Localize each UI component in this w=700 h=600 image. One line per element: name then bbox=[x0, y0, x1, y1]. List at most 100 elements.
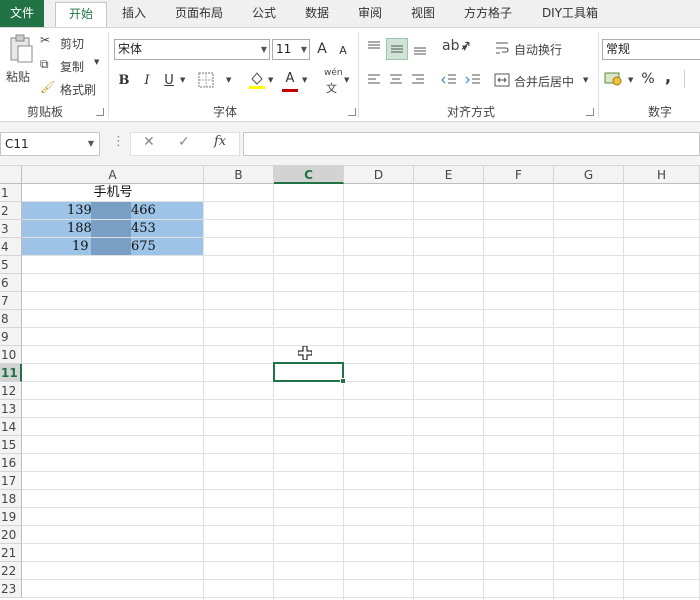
column-header-F[interactable]: F bbox=[484, 166, 554, 184]
select-all-corner[interactable] bbox=[0, 166, 22, 184]
column-header-D[interactable]: D bbox=[344, 166, 414, 184]
fill-handle[interactable] bbox=[340, 378, 346, 384]
currency-icon[interactable] bbox=[604, 70, 624, 89]
row-header-21[interactable]: 21 bbox=[0, 544, 22, 562]
tab-diy-toolbox[interactable]: DIY工具箱 bbox=[534, 2, 606, 27]
comma-button[interactable]: , bbox=[662, 66, 674, 88]
phonetic-dropdown-arrow[interactable]: ▼ bbox=[344, 76, 349, 84]
merge-center-icon[interactable] bbox=[494, 72, 510, 91]
row-header-6[interactable]: 6 bbox=[0, 274, 22, 292]
row-header-22[interactable]: 22 bbox=[0, 562, 22, 580]
fill-color-icon[interactable] bbox=[248, 70, 266, 93]
clipboard-launcher-icon[interactable] bbox=[96, 108, 104, 116]
fill-color-dropdown-arrow[interactable]: ▼ bbox=[268, 76, 273, 84]
row-header-12[interactable]: 12 bbox=[0, 382, 22, 400]
row-header-23[interactable]: 23 bbox=[0, 580, 22, 598]
align-left-icon[interactable] bbox=[366, 72, 382, 91]
row-header-9[interactable]: 9 bbox=[0, 328, 22, 346]
row-header-3[interactable]: 3 bbox=[0, 220, 22, 238]
borders-dropdown-arrow[interactable]: ▼ bbox=[226, 76, 231, 84]
increase-indent-icon[interactable] bbox=[464, 72, 482, 91]
column-header-E[interactable]: E bbox=[414, 166, 484, 184]
column-header-H[interactable]: H bbox=[624, 166, 700, 184]
bold-button[interactable]: B bbox=[116, 70, 132, 92]
column-header-C[interactable]: C bbox=[274, 166, 344, 184]
wrap-text-button[interactable]: 自动换行 bbox=[514, 41, 562, 58]
wrap-text-icon[interactable] bbox=[494, 40, 510, 59]
row-header-7[interactable]: 7 bbox=[0, 292, 22, 310]
column-header-A[interactable]: A bbox=[22, 166, 204, 184]
row-header-18[interactable]: 18 bbox=[0, 490, 22, 508]
increase-decimal-icon[interactable] bbox=[684, 70, 700, 88]
underline-dropdown-arrow[interactable]: ▼ bbox=[180, 76, 185, 84]
merge-dropdown-arrow[interactable]: ▼ bbox=[583, 76, 588, 84]
tab-insert[interactable]: 插入 bbox=[114, 2, 154, 27]
number-format-dropdown[interactable]: 常规 bbox=[602, 39, 700, 60]
percent-button[interactable]: % bbox=[640, 68, 656, 90]
cut-button[interactable]: 剪切 bbox=[60, 35, 84, 52]
format-painter-button[interactable]: 格式刷 bbox=[60, 81, 96, 98]
row-header-11[interactable]: 11 bbox=[0, 364, 22, 382]
row-header-2[interactable]: 2 bbox=[0, 202, 22, 220]
copy-button[interactable]: 复制 bbox=[60, 58, 84, 75]
cut-icon[interactable]: ✂ bbox=[40, 33, 50, 47]
cell-A1[interactable]: 手机号 bbox=[22, 184, 204, 202]
tab-fangfang[interactable]: 方方格子 bbox=[456, 2, 520, 27]
alignment-launcher-icon[interactable] bbox=[586, 108, 594, 116]
font-launcher-icon[interactable] bbox=[348, 108, 356, 116]
align-center-icon[interactable] bbox=[388, 72, 404, 91]
tab-data[interactable]: 数据 bbox=[297, 2, 337, 27]
tab-file[interactable]: 文件 bbox=[0, 0, 44, 27]
tab-page-layout[interactable]: 页面布局 bbox=[168, 2, 230, 27]
row-header-8[interactable]: 8 bbox=[0, 310, 22, 328]
tab-home[interactable]: 开始 bbox=[55, 2, 107, 27]
format-painter-icon[interactable]: 🖌 bbox=[40, 80, 55, 94]
italic-button[interactable]: I bbox=[140, 70, 154, 92]
row-header-16[interactable]: 16 bbox=[0, 454, 22, 472]
name-box[interactable]: C11 ▼ bbox=[0, 132, 100, 156]
align-bottom-icon[interactable] bbox=[412, 40, 428, 59]
row-header-4[interactable]: 4 bbox=[0, 238, 22, 256]
worksheet-grid[interactable]: ABCDEFGH 1 2 3 4 5 6 7 8 9 10 11 12 13 14 15 16 17 18 19 20… bbox=[0, 166, 700, 600]
formula-bar-options-icon[interactable]: ⋮ bbox=[112, 134, 125, 149]
font-color-dropdown-arrow[interactable]: ▼ bbox=[302, 76, 307, 84]
column-header-B[interactable]: B bbox=[204, 166, 274, 184]
font-size-dropdown[interactable]: 11 ▼ bbox=[272, 39, 310, 60]
tab-view[interactable]: 视图 bbox=[403, 2, 443, 27]
copy-icon[interactable]: ⧉ bbox=[40, 57, 49, 72]
copy-dropdown-arrow[interactable]: ▼ bbox=[94, 58, 99, 66]
font-name-dropdown[interactable]: 宋体 ▼ bbox=[114, 39, 270, 60]
row-header-14[interactable]: 14 bbox=[0, 418, 22, 436]
align-right-icon[interactable] bbox=[410, 72, 426, 91]
decrease-indent-icon[interactable] bbox=[440, 72, 458, 91]
cancel-icon[interactable]: ✕ bbox=[143, 134, 155, 150]
tab-review[interactable]: 审阅 bbox=[350, 2, 390, 27]
phonetic-guide-button[interactable]: wén bbox=[324, 68, 343, 78]
row-header-5[interactable]: 5 bbox=[0, 256, 22, 274]
row-header-19[interactable]: 19 bbox=[0, 508, 22, 526]
row-header-1[interactable]: 1 bbox=[0, 184, 22, 202]
enter-icon[interactable]: ✓ bbox=[178, 134, 190, 150]
shrink-font-button[interactable]: A bbox=[336, 40, 350, 62]
row-header-17[interactable]: 17 bbox=[0, 472, 22, 490]
font-color-button[interactable]: A bbox=[282, 68, 298, 90]
tab-formulas[interactable]: 公式 bbox=[244, 2, 284, 27]
orientation-dropdown-arrow[interactable]: ▼ bbox=[462, 44, 467, 52]
paste-icon[interactable] bbox=[6, 34, 34, 64]
align-top-icon[interactable] bbox=[366, 40, 382, 59]
active-cell-C11[interactable] bbox=[273, 362, 344, 382]
paste-button[interactable]: 粘贴 bbox=[6, 68, 30, 85]
formula-input[interactable] bbox=[243, 132, 700, 156]
row-header-15[interactable]: 15 bbox=[0, 436, 22, 454]
insert-function-button[interactable]: fx bbox=[214, 134, 226, 149]
row-header-20[interactable]: 20 bbox=[0, 526, 22, 544]
currency-dropdown-arrow[interactable]: ▼ bbox=[628, 76, 633, 84]
row-header-13[interactable]: 13 bbox=[0, 400, 22, 418]
borders-icon[interactable] bbox=[198, 72, 214, 91]
align-middle-button[interactable] bbox=[386, 38, 408, 60]
underline-button[interactable]: U bbox=[162, 70, 176, 92]
grow-font-button[interactable]: A bbox=[314, 38, 330, 60]
merge-center-button[interactable]: 合并后居中 bbox=[514, 73, 574, 90]
row-header-10[interactable]: 10 bbox=[0, 346, 22, 364]
column-header-G[interactable]: G bbox=[554, 166, 624, 184]
